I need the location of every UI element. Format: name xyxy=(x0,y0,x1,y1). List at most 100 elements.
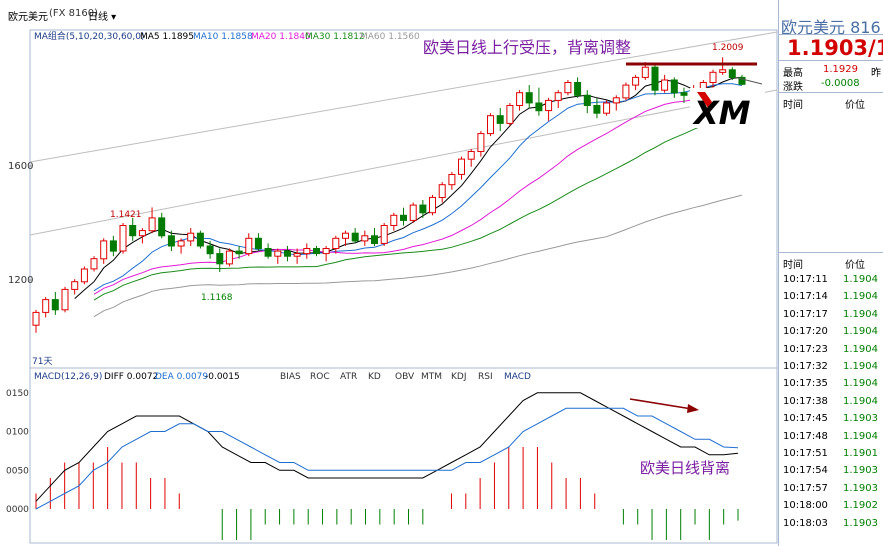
tick-price: 1.1904 xyxy=(843,291,878,303)
tick-row: 10:17:14 1.1904 xyxy=(783,288,883,305)
candle-body xyxy=(293,253,301,257)
indicator-tab-obv[interactable]: OBV xyxy=(395,372,415,382)
tick-price: 1.1904 xyxy=(843,395,878,407)
macd-axis-label: 0150 xyxy=(6,389,29,399)
macd-dea-label: DEA 0.0079 xyxy=(155,372,208,382)
candle-body xyxy=(342,232,349,239)
candle-body xyxy=(400,214,407,221)
candle-body xyxy=(264,248,272,257)
tick-row: 10:17:35 1.1904 xyxy=(783,375,883,392)
candle-body xyxy=(525,92,533,104)
indicator-tab-mtm[interactable]: MTM xyxy=(421,372,442,382)
tick-time: 10:17:54 xyxy=(783,465,828,477)
candle-body xyxy=(419,204,427,214)
indicator-tab-rsi[interactable]: RSI xyxy=(478,372,493,382)
macd-axis-label: 0100 xyxy=(6,428,29,438)
indicator-tab-atr[interactable]: ATR xyxy=(340,372,357,382)
quote-price: 1.1903/1 xyxy=(787,36,883,60)
indicator-tab-macd[interactable]: MACD xyxy=(504,372,531,382)
symbol-label: 欧元美元 xyxy=(8,12,48,23)
tick-time: 10:17:14 xyxy=(783,291,828,303)
indicator-tab-kdj[interactable]: KDJ xyxy=(451,372,467,382)
tick-time: 10:17:32 xyxy=(783,361,828,372)
tick-price: 1.1903 xyxy=(843,517,878,529)
tick-time: 10:17:48 xyxy=(783,430,828,442)
period-selector[interactable]: 日线 ▾ xyxy=(88,8,116,23)
tick-price: 1.1903 xyxy=(843,482,878,494)
macd-axis-label: 0000 xyxy=(6,505,29,515)
tick-price: 1.1903 xyxy=(843,413,878,425)
candle-body xyxy=(235,250,243,255)
ma-legend-item: MA30 1.1812 xyxy=(305,32,365,42)
candle-body xyxy=(661,79,669,91)
candle-body xyxy=(71,281,79,290)
tick-price: 1.1903 xyxy=(843,465,878,477)
candle-body xyxy=(158,217,166,237)
dea-line xyxy=(35,407,739,510)
tick-price: 1.1902 xyxy=(843,500,878,512)
candle-body xyxy=(109,240,117,252)
candle-body xyxy=(51,299,59,311)
period-label: 日线 xyxy=(88,12,108,23)
candle-body xyxy=(225,250,233,265)
tick-price: 1.1904 xyxy=(843,274,878,285)
chart-canvas: 160012001.14211.11681.200971天欧美日线上行受压，背离… xyxy=(6,29,778,544)
candle-body xyxy=(119,225,127,252)
candle-body xyxy=(32,311,40,326)
candle-body xyxy=(458,158,465,175)
ma-legend-item: MA10 1.1858 xyxy=(193,32,253,42)
tick-time: 10:17:23 xyxy=(783,343,828,355)
candle-body xyxy=(167,235,175,247)
candle-body xyxy=(574,82,582,96)
tick-row: 10:17:23 1.1904 xyxy=(783,341,883,358)
candle-body xyxy=(632,76,640,86)
candle-body xyxy=(274,250,282,257)
chart-header: 欧元美元 (FX 8160) 日线 ▾ xyxy=(0,0,883,28)
candle-body xyxy=(129,225,137,237)
candle-body xyxy=(622,84,630,99)
candle-body xyxy=(641,66,649,78)
candle-body xyxy=(42,299,50,313)
tick-price: 1.1904 xyxy=(843,343,878,355)
tick-time: 10:17:57 xyxy=(783,482,828,494)
ma20-line xyxy=(93,92,743,295)
tick-row: 10:17:51 1.1901 xyxy=(783,445,883,462)
candle-body xyxy=(496,115,504,124)
candle-body xyxy=(535,102,543,112)
chevron-down-icon: ▾ xyxy=(108,12,117,23)
quote-panel: 欧元美元 816 1.1903/1 最高 1.1929 涨跌 -0.0008 昨… xyxy=(778,0,883,546)
tick-col-price-header: 价位 xyxy=(845,260,865,271)
xm-logo: XM xyxy=(690,88,765,132)
tick-row: 10:17:45 1.1903 xyxy=(783,410,883,427)
indicator-tab-roc[interactable]: ROC xyxy=(310,372,330,382)
candle-body xyxy=(477,133,485,153)
label-1-1168: 1.1168 xyxy=(201,293,233,303)
tick-price: 1.1904 xyxy=(843,308,878,320)
divergence-arrow-line xyxy=(629,398,693,410)
tick-price: 1.1904 xyxy=(843,361,878,372)
tick-price: 1.1901 xyxy=(843,448,878,459)
tick-price: 1.1904 xyxy=(843,430,878,442)
macd-value-label: -0.0015 xyxy=(205,372,240,382)
tick-row: 10:17:20 1.1904 xyxy=(783,323,883,340)
candle-body xyxy=(564,82,572,94)
candle-body xyxy=(612,97,620,104)
candle-body xyxy=(728,69,736,79)
candle-body xyxy=(516,92,524,106)
tick-row: 10:17:17 1.1904 xyxy=(783,306,883,323)
candle-body xyxy=(429,196,436,214)
col-time-header: 时间 xyxy=(783,100,803,111)
candle-body xyxy=(206,245,214,255)
candle-body xyxy=(303,248,311,255)
tick-time: 10:17:38 xyxy=(783,395,828,407)
candle-body xyxy=(90,258,98,270)
candle-body xyxy=(545,99,553,112)
tick-time: 10:17:20 xyxy=(783,326,828,338)
candle-body xyxy=(148,217,156,232)
candle-body xyxy=(603,102,611,114)
ma-legend-item: MA5 1.1895 xyxy=(140,32,194,42)
indicator-tab-bias[interactable]: BIAS xyxy=(280,372,301,382)
xm-logo-text: XM xyxy=(692,94,751,132)
indicator-tab-kd[interactable]: KD xyxy=(368,372,381,382)
candle-body xyxy=(80,268,88,283)
